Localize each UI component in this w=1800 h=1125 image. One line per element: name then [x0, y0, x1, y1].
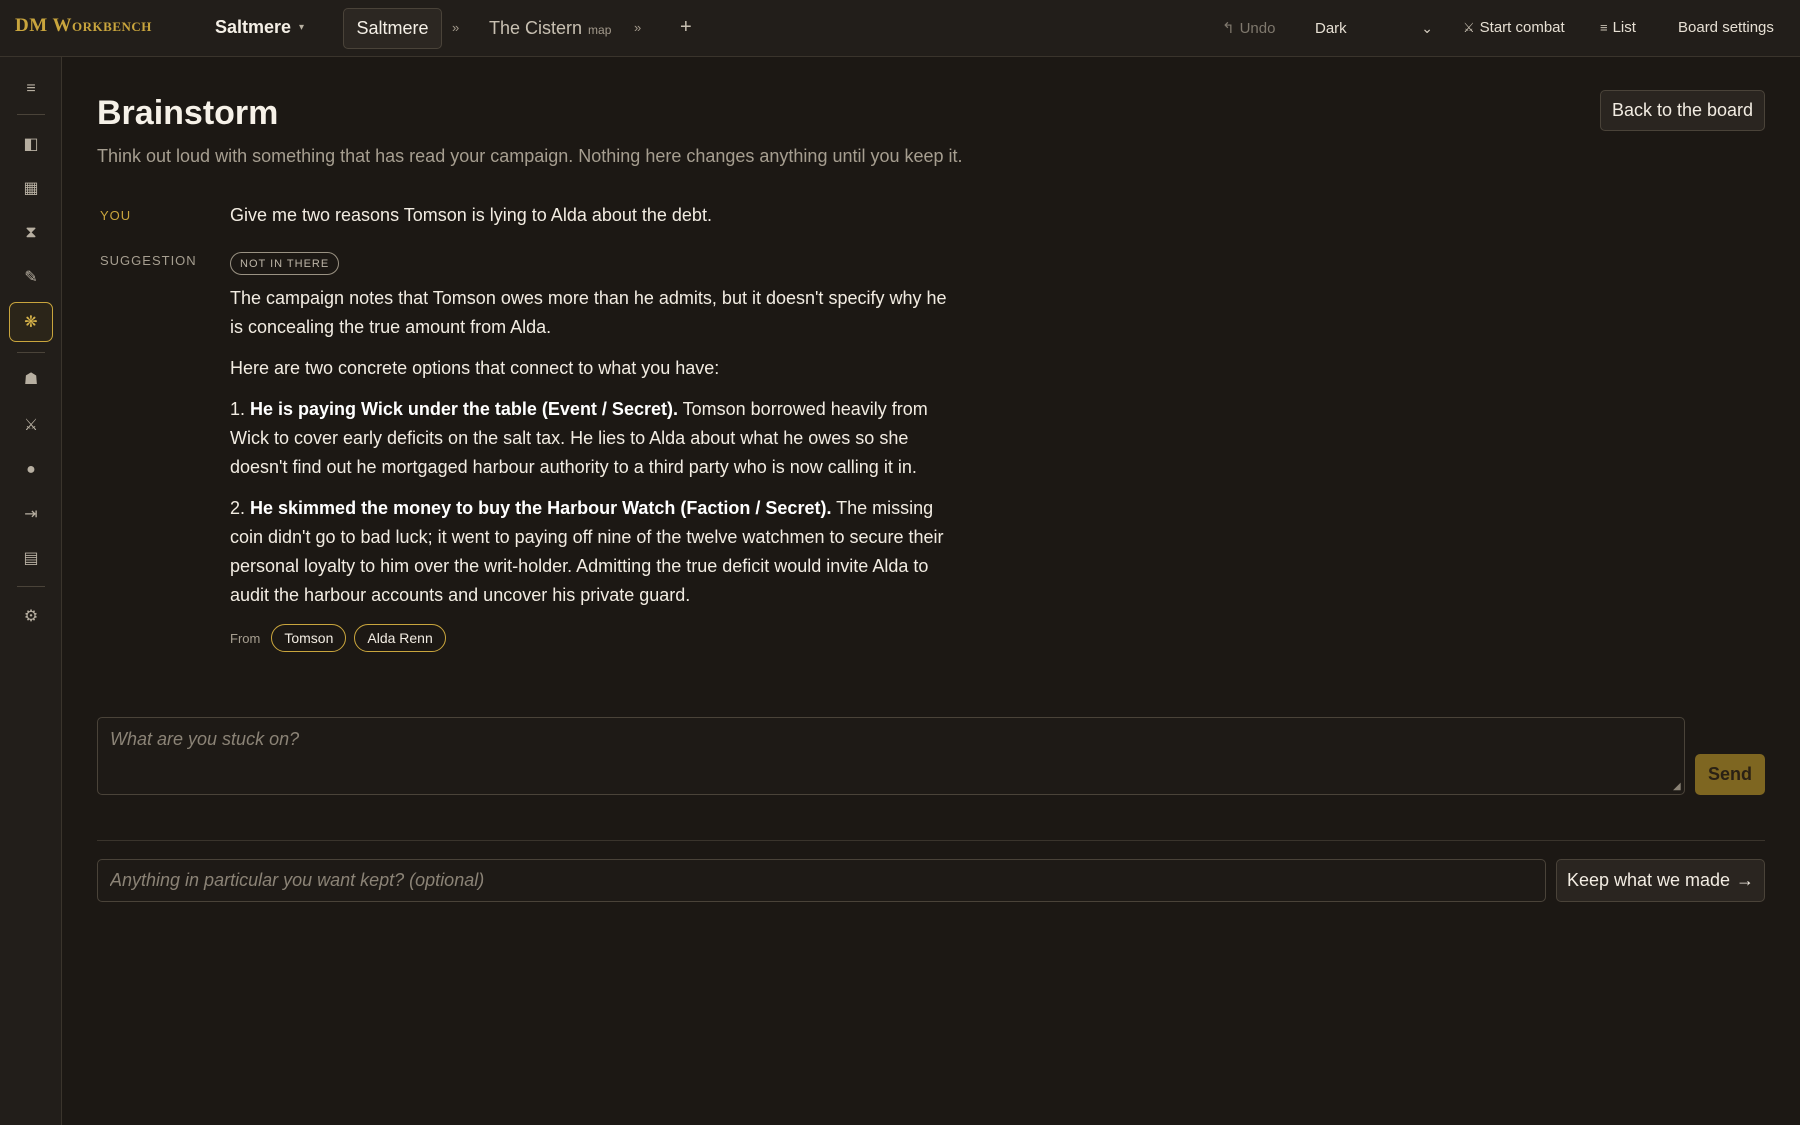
board-settings-label: Board settings	[1678, 19, 1774, 36]
notes-icon[interactable]: ▤	[9, 538, 53, 578]
option-title: He is paying Wick under the table (Event…	[250, 399, 678, 419]
start-combat-button[interactable]: ⚔ Start combat	[1463, 19, 1565, 36]
tab-the-cistern[interactable]: The Cistern map	[489, 8, 611, 49]
tab-label: The Cistern	[489, 18, 583, 38]
send-button[interactable]: Send	[1695, 754, 1765, 795]
suggestion-option: 2. He skimmed the money to buy the Harbo…	[230, 494, 950, 610]
suggestion-body: The campaign notes that Tomson owes more…	[230, 284, 950, 622]
gear-icon[interactable]: ⚙	[9, 596, 53, 636]
panel-icon[interactable]: ◧	[9, 124, 53, 164]
tab-type-label: map	[588, 23, 612, 37]
undo-icon: ↰	[1222, 20, 1235, 37]
page-subtitle: Think out loud with something that has r…	[97, 146, 963, 166]
swords-icon[interactable]: ⚔	[9, 405, 53, 445]
brainstorm-input[interactable]	[97, 717, 1685, 795]
source-chip-alda-renn[interactable]: Alda Renn	[354, 624, 446, 652]
dot-icon[interactable]: ●	[9, 450, 53, 490]
theme-select[interactable]: Dark ⌄	[1305, 11, 1437, 45]
undo-label: Undo	[1239, 19, 1276, 37]
tab-chevron-icon[interactable]: »	[452, 20, 459, 35]
status-badge: NOT IN THERE	[230, 252, 340, 275]
suggestion-label: SUGGESTION	[100, 253, 197, 268]
page-title: Brainstorm	[97, 94, 279, 132]
start-combat-label: Start combat	[1479, 19, 1565, 36]
sidebar: ≡ ◧ ▦ ⧗ ✎ ❋ ☗ ⚔ ● ⇥ ▤ ⚙	[0, 57, 62, 1125]
you-label: YOU	[100, 208, 132, 223]
from-label: From	[230, 630, 261, 646]
option-title: He skimmed the money to buy the Harbour …	[250, 498, 832, 518]
export-icon[interactable]: ⇥	[9, 494, 53, 534]
chevron-down-icon: ⌄	[1421, 19, 1433, 36]
board-settings-button[interactable]: Board settings	[1678, 19, 1774, 36]
suggestion-paragraph: Here are two concrete options that conne…	[230, 358, 720, 378]
option-number: 2.	[230, 498, 251, 518]
list-label: List	[1612, 19, 1636, 36]
list-button[interactable]: ≡ List	[1600, 19, 1636, 36]
back-to-board-button[interactable]: Back to the board	[1600, 90, 1765, 131]
tab-label: Saltmere	[356, 18, 429, 38]
keep-button-label: Keep what we made	[1566, 870, 1731, 890]
campaign-switcher[interactable]: Saltmere ▾	[215, 17, 304, 38]
bell-icon[interactable]: ☗	[9, 359, 53, 399]
sidebar-divider	[17, 114, 45, 115]
keep-button[interactable]: Keep what we made →	[1556, 859, 1765, 902]
tab-saltmere[interactable]: Saltmere	[343, 8, 442, 49]
theme-value: Dark	[1315, 19, 1347, 37]
source-chip-tomson[interactable]: Tomson	[271, 624, 347, 652]
divider	[97, 840, 1765, 841]
user-message: Give me two reasons Tomson is lying to A…	[230, 205, 712, 225]
option-number: 1.	[230, 399, 251, 419]
suggestion-paragraph: The campaign notes that Tomson owes more…	[230, 288, 947, 337]
sparkle-icon[interactable]: ❋	[9, 302, 53, 342]
add-tab-button[interactable]: +	[680, 16, 692, 39]
board-icon[interactable]: ▦	[9, 168, 53, 208]
tab-chevron-icon[interactable]: »	[634, 20, 641, 35]
undo-button[interactable]: ↰ Undo	[1222, 19, 1276, 38]
keep-notes-input[interactable]	[97, 859, 1546, 902]
caret-down-icon: ▾	[299, 22, 305, 33]
arrow-right-icon: →	[1736, 870, 1755, 890]
app-brand: DM Workbench	[15, 15, 152, 36]
hourglass-icon[interactable]: ⧗	[9, 213, 53, 253]
campaign-name: Saltmere	[215, 17, 292, 37]
swords-icon: ⚔	[1463, 19, 1475, 35]
top-bar: DM Workbench Saltmere ▾ Saltmere » The C…	[0, 0, 1800, 57]
sidebar-divider	[17, 352, 45, 353]
source-list: From Tomson Alda Renn	[230, 624, 446, 652]
menu-icon[interactable]: ≡	[9, 69, 53, 109]
quill-icon[interactable]: ✎	[9, 257, 53, 297]
resize-handle-icon[interactable]: ◢	[1673, 781, 1683, 792]
list-icon: ≡	[1600, 20, 1608, 35]
sidebar-divider	[17, 586, 45, 587]
suggestion-option: 1. He is paying Wick under the table (Ev…	[230, 395, 950, 482]
